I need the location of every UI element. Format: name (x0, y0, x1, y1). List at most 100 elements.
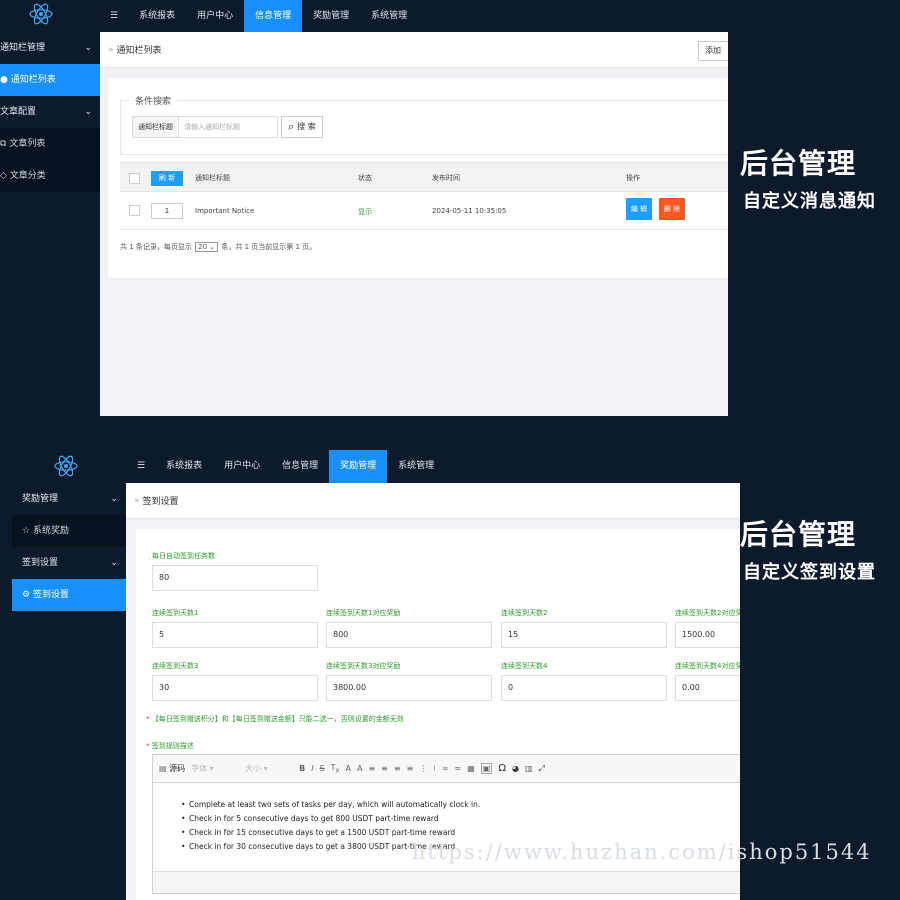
nav-info-management[interactable]: 信息管理 (244, 0, 303, 32)
react-logo-icon (29, 3, 53, 25)
nav-user-center[interactable]: 用户中心 (213, 450, 271, 483)
caption-subtitle-top: 自定义消息通知 (743, 191, 876, 212)
select-all-checkbox[interactable] (129, 173, 140, 184)
source-button[interactable]: ▤ 源码 (159, 763, 185, 774)
star-icon: ☆ (22, 526, 31, 536)
sidebar-item-article-category[interactable]: ◇ 文章分类 (0, 160, 100, 192)
sidebar-item-checkin-settings[interactable]: ⚙ 签到设置 (12, 579, 126, 611)
bold-icon[interactable]: B (299, 764, 305, 773)
justify-icon[interactable]: ≡ (407, 764, 414, 773)
row-title: Important Notice (195, 207, 255, 215)
content-panel-checkin: » 签到设置 每日自动签到任务数 80 连续签到天数1 5 连续签到天数1对应奖… (126, 483, 740, 900)
bg-color-icon[interactable]: A (357, 764, 362, 773)
align-right-icon[interactable]: ≡ (394, 764, 401, 773)
sidebar-group-article[interactable]: 文章配置 ⌄ (0, 96, 100, 128)
sidebar-item-label: 通知栏列表 (10, 75, 56, 85)
sidebar-item-notice-list[interactable]: ● 通知栏列表 (0, 64, 100, 96)
refresh-button[interactable]: 刷 新 (151, 171, 183, 186)
special-char-icon[interactable]: Ω (498, 763, 506, 774)
rule-item: Complete at least two sets of tasks per … (181, 800, 480, 809)
streak-days-4-input[interactable]: 0 (501, 675, 667, 701)
row-checkbox[interactable] (129, 205, 140, 216)
chevron-down-icon: ⌄ (209, 243, 216, 251)
rules-rich-editor[interactable]: ▤ 源码 字体 ▾ 大小 ▾ B I S Tx A A ≡ ≡ ≡ ≡ ⋮ ⁝ … (152, 754, 740, 894)
content-panel-notice: » 通知栏列表 添加 条件搜索 通知栏标题 请输入通知栏标题 ⌕ 搜 索 刷 新… (100, 32, 728, 416)
warning-text: * 【每日签到赠送积分】和【每日签到赠送金额】只能二选一，否则设置的金额无效 (146, 714, 404, 724)
rules-label: * 签到规则描述 (146, 741, 194, 751)
rule-item: Check in for 15 consecutive days to get … (181, 828, 455, 837)
nav-system-report[interactable]: 系统报表 (128, 0, 186, 32)
sidebar-item-label: 文章列表 (9, 139, 46, 149)
breadcrumb: » 签到设置 (126, 483, 740, 519)
delete-button[interactable]: 删 除 (659, 198, 685, 220)
add-button[interactable]: 添加 (698, 41, 728, 61)
auto-tasks-label: 每日自动签到任务数 (152, 552, 215, 560)
table-icon[interactable]: ▦ (467, 764, 475, 773)
sidebar-item-article-list[interactable]: ⧉ 文章列表 (0, 128, 100, 160)
code-icon[interactable]: ▥ (525, 764, 533, 773)
image-icon[interactable]: ▣ (480, 763, 493, 774)
font-select[interactable]: 字体 ▾ (191, 763, 239, 774)
sidebar-group-label: 通知栏管理 (0, 43, 46, 53)
nav-user-center[interactable]: 用户中心 (186, 0, 244, 32)
chat-icon: ● (0, 75, 8, 85)
bulleted-list-icon[interactable]: ⁝ (433, 764, 436, 773)
clear-format-icon[interactable]: Tx (331, 763, 340, 775)
streak-reward-4-input[interactable]: 0.00 (675, 675, 740, 701)
text-color-icon[interactable]: A (346, 764, 351, 773)
size-select[interactable]: 大小 ▾ (245, 763, 293, 774)
row-time: 2024-05-11 10:35:05 (432, 207, 507, 215)
align-center-icon[interactable]: ≡ (381, 764, 388, 773)
menu-toggle-icon[interactable]: ☰ (100, 0, 128, 32)
watermark: https://www.huzhan.com/ishop51544 (412, 840, 872, 864)
breadcrumb: » 通知栏列表 添加 (100, 32, 728, 68)
sidebar-group-notice[interactable]: 通知栏管理 ⌄ (0, 32, 100, 64)
link-icon[interactable]: ∞ (442, 764, 449, 773)
font-select-label: 字体 (191, 764, 208, 773)
streak-reward-3-label: 连续签到天数3对应奖励 (326, 662, 401, 670)
ordered-list-icon[interactable]: ⋮ (419, 764, 427, 773)
emoji-icon[interactable]: ◕ (512, 764, 519, 773)
sidebar-group-checkin[interactable]: 签到设置 ⌄ (12, 547, 126, 579)
streak-reward-2-input[interactable]: 1500.00 (675, 622, 740, 648)
strikethrough-icon[interactable]: S (320, 764, 325, 773)
chevron-down-icon: ⌄ (110, 494, 118, 504)
chevron-down-icon: ⌄ (84, 43, 92, 53)
page-size-value: 20 (198, 243, 208, 251)
nav-reward-management[interactable]: 奖励管理 (302, 0, 360, 32)
streak-days-3-input[interactable]: 30 (152, 675, 318, 701)
streak-days-1-input[interactable]: 5 (152, 622, 318, 648)
sidebar-item-system-reward[interactable]: ☆ 系统奖励 (12, 515, 126, 547)
streak-days-3-label: 连续签到天数3 (152, 662, 199, 670)
streak-days-4-label: 连续签到天数4 (501, 662, 548, 670)
fullscreen-icon[interactable]: ⤢ (539, 764, 545, 774)
align-left-icon[interactable]: ≡ (368, 764, 375, 773)
search-button[interactable]: ⌕ 搜 索 (281, 116, 323, 138)
streak-days-2-input[interactable]: 15 (501, 622, 667, 648)
sidebar-group-reward[interactable]: 奖励管理 ⌄ (12, 483, 126, 515)
menu-toggle-icon[interactable]: ☰ (127, 450, 155, 483)
source-icon: ▤ (159, 764, 167, 773)
auto-tasks-input[interactable]: 80 (152, 565, 318, 591)
nav-system-report[interactable]: 系统报表 (155, 450, 213, 483)
sidebar-group-label: 签到设置 (22, 558, 59, 568)
order-input[interactable]: 1 (151, 203, 183, 219)
streak-reward-3-input[interactable]: 3800.00 (326, 675, 492, 701)
italic-icon[interactable]: I (311, 764, 313, 773)
page-size-select[interactable]: 20 ⌄ (195, 242, 219, 252)
tag-icon: ◇ (0, 171, 7, 181)
caption-title-bottom: 后台管理 (740, 518, 857, 551)
table-row: 1 Important Notice 显示 2024-05-11 10:35:0… (120, 192, 728, 230)
pagination: 共 1 条记录，每页显示 20 ⌄ 条，共 1 页当前显示第 1 页。 (120, 242, 316, 252)
nav-info-management[interactable]: 信息管理 (271, 450, 329, 483)
unlink-icon[interactable]: ≈ (455, 764, 462, 773)
pagination-prefix: 共 1 条记录，每页显示 (120, 243, 192, 251)
nav-system-management[interactable]: 系统管理 (360, 0, 418, 32)
streak-reward-1-input[interactable]: 800 (326, 622, 492, 648)
streak-reward-4-label: 连续签到天数4对应奖 (675, 662, 740, 670)
sidebar-item-label: 文章分类 (9, 171, 46, 181)
nav-system-management[interactable]: 系统管理 (387, 450, 445, 483)
nav-reward-management[interactable]: 奖励管理 (329, 450, 388, 483)
edit-button[interactable]: 编 辑 (626, 198, 652, 220)
search-input[interactable]: 请输入通知栏标题 (179, 117, 277, 137)
